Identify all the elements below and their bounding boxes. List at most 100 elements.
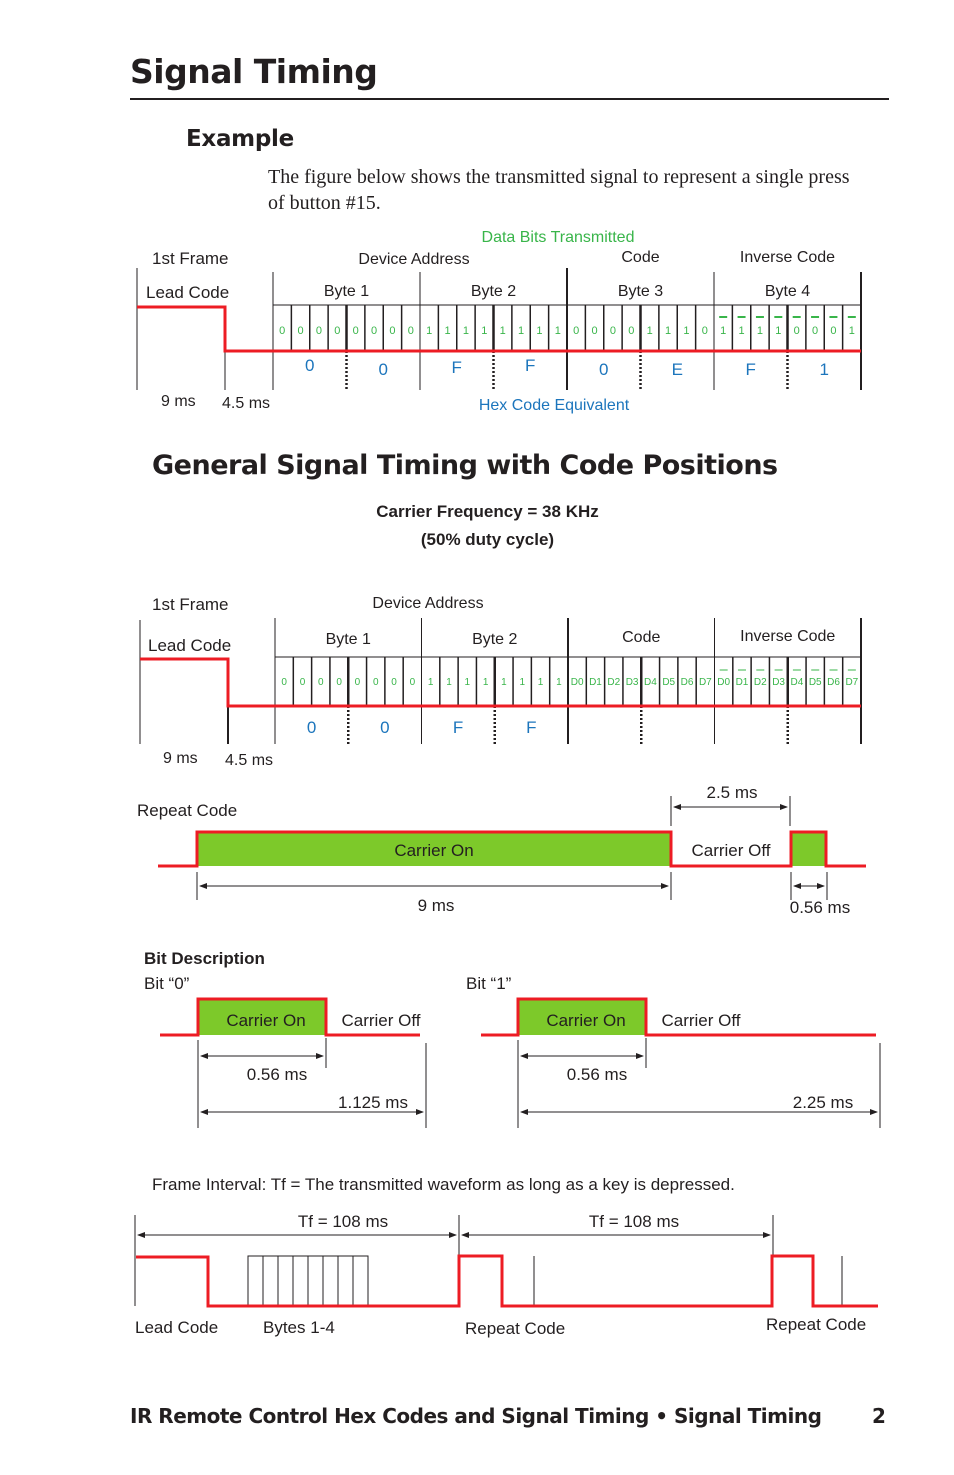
bit-value: 1 (775, 325, 781, 337)
bit-value: 0 (391, 677, 397, 688)
bit-value: 1 (463, 325, 469, 337)
lead-low-duration: 4.5 ms (222, 395, 270, 412)
bit-value: 0 (334, 325, 340, 337)
bit-value: 1 (538, 677, 544, 688)
bit-value: 0 (300, 677, 306, 688)
code-label: Code (621, 249, 659, 266)
bit-value: 1 (536, 325, 542, 337)
bit-value: 1 (445, 325, 451, 337)
bit-value: D2 (607, 677, 620, 688)
byte-label-4: Byte 4 (765, 283, 810, 300)
inverse-code-label: Inverse Code (740, 628, 835, 645)
lead-code-label: Lead Code (135, 1318, 218, 1337)
hex-value: 0 (379, 360, 388, 379)
on-duration-label: 9 ms (418, 896, 455, 915)
bit-value: 0 (794, 325, 800, 337)
bit-value: 0 (353, 325, 359, 337)
hex-code-label: Hex Code Equivalent (479, 397, 630, 414)
lead-code-label: Lead Code (148, 636, 231, 655)
bit-value: 0 (628, 325, 634, 337)
bit-value: 0 (592, 325, 598, 337)
bit-value: D0 (717, 677, 730, 688)
bit-value: D6 (681, 677, 694, 688)
lead-high-duration: 9 ms (163, 750, 198, 767)
inverse-code-label: Inverse Code (740, 249, 835, 266)
bit-value: 0 (298, 325, 304, 337)
bit-value: 1 (426, 325, 432, 337)
bit-value: 0 (702, 325, 708, 337)
repeat-code-label-1: Repeat Code (465, 1319, 565, 1338)
lead-high-duration: 9 ms (161, 393, 196, 410)
bit-value: D5 (809, 677, 822, 688)
page-number: 2 (872, 1404, 886, 1428)
bit-value: D6 (827, 677, 840, 688)
hex-value: 1 (820, 360, 829, 379)
repeat-code-label-2: Repeat Code (766, 1315, 866, 1334)
bit-value: D4 (644, 677, 657, 688)
bit-value: 0 (373, 677, 379, 688)
data-bits-label: Data Bits Transmitted (482, 229, 635, 246)
carrier-off-label: Carrier Off (341, 1011, 420, 1030)
byte-label-1: Byte 1 (326, 631, 371, 648)
on-duration-label: 0.56 ms (567, 1065, 627, 1084)
bit-value: 1 (501, 677, 507, 688)
pulse-duration-label: 0.56 ms (790, 898, 850, 917)
bit-value: D1 (589, 677, 602, 688)
bit-value: 0 (389, 325, 395, 337)
hex-value: 0 (307, 718, 316, 737)
bit-value: 1 (500, 325, 506, 337)
bit-value: 0 (410, 677, 416, 688)
byte-label-2: Byte 2 (471, 283, 516, 300)
byte-label-2: Byte 2 (472, 631, 517, 648)
bit-description-diagram: Bit Description Bit “0” Carrier On Carrier … (144, 949, 881, 1128)
bit-value: 1 (665, 325, 671, 337)
hex-value: 0 (380, 718, 389, 737)
byte-label-1: Byte 1 (324, 283, 369, 300)
bit-value: 0 (371, 325, 377, 337)
bit-value: D4 (791, 677, 804, 688)
bit-value: 1 (465, 677, 471, 688)
carrier-pulse-block (791, 832, 826, 866)
hex-value: F (746, 360, 756, 379)
lead-code-label: Lead Code (146, 283, 229, 302)
hex-value: 0 (305, 356, 314, 375)
frame-interval-caption: Frame Interval: Tf = The transmitted wav… (152, 1175, 735, 1194)
bit-value: 0 (355, 677, 361, 688)
bit-value: 1 (849, 325, 855, 337)
hex-value: 0 (599, 360, 608, 379)
bit-value: 1 (481, 325, 487, 337)
bit-value: 0 (279, 325, 285, 337)
example-diagram: Data Bits Transmitted Hex Code Equivalent… (136, 229, 862, 414)
bit-value: 1 (739, 325, 745, 337)
off-duration-label: 2.5 ms (706, 783, 757, 802)
signal-timing-diagrams: Data Bits Transmitted Hex Code Equivalent… (134, 229, 881, 1338)
bit-value: D3 (626, 677, 639, 688)
bit-value: 1 (647, 325, 653, 337)
bit-value: 0 (336, 677, 342, 688)
carrier-on-label: Carrier On (394, 841, 473, 860)
bit-value: 0 (610, 325, 616, 337)
repeat-code-label: Repeat Code (137, 801, 237, 820)
bit-value: D7 (699, 677, 712, 688)
bit-value: 1 (720, 325, 726, 337)
bit-value: D1 (736, 677, 749, 688)
carrier-on-label: Carrier On (226, 1011, 305, 1030)
frame-interval-diagram: Frame Interval: Tf = The transmitted wav… (134, 1175, 878, 1338)
bit-value: 1 (556, 677, 562, 688)
carrier-off-label: Carrier Off (691, 841, 770, 860)
byte-label-3: Byte 3 (618, 283, 663, 300)
first-frame-label: 1st Frame (152, 249, 229, 268)
hex-value: F (452, 358, 462, 377)
bit-value: 1 (555, 325, 561, 337)
general-diagram: 1st Frame Lead Code Device Address Code Inve… (139, 595, 862, 769)
bit-value: 1 (446, 677, 452, 688)
bit-value: D2 (754, 677, 767, 688)
hex-value: F (526, 718, 536, 737)
period-label: 1.125 ms (338, 1093, 408, 1112)
footer-text: IR Remote Control Hex Codes and Signal T… (130, 1404, 822, 1428)
bit-value: 0 (812, 325, 818, 337)
bit-value: 1 (519, 677, 525, 688)
bit-value: 1 (757, 325, 763, 337)
bit-value: 0 (316, 325, 322, 337)
code-label: Code (622, 629, 660, 646)
